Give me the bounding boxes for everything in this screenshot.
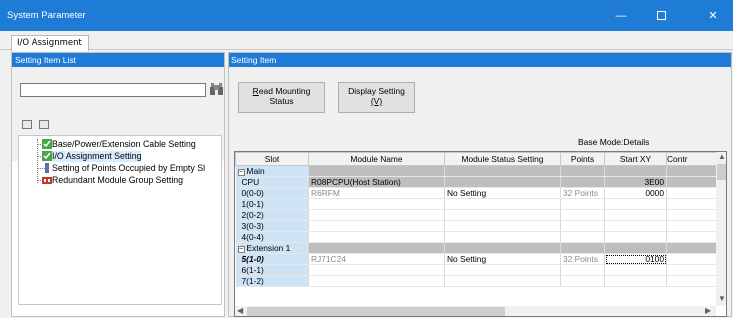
table-row[interactable]: 3(0-3) [235,220,717,232]
window-title: System Parameter [7,10,86,21]
tree-toolbar [22,119,53,130]
table-row-group-main[interactable]: − Main [235,165,717,177]
tab-io-assignment[interactable]: I/O Assignment [11,35,89,51]
expand-all-icon[interactable] [22,120,32,130]
green-check-module-icon [42,151,52,161]
setting-item-list-header: Setting Item List [12,53,224,67]
title-bar: System Parameter — ✕ [0,0,733,31]
io-table: Slot Module Name Module Status Setting P… [235,152,717,287]
tab-strip: I/O Assignment [0,31,733,51]
setting-item-header: Setting Item [229,53,731,67]
setting-tree: Base/Power/Extension Cable Setting I/O A… [18,135,222,305]
table-row[interactable]: 0(0-0) R6RFM No Setting 32 Points 0000 [235,187,717,199]
collapse-icon[interactable]: − [237,169,245,176]
horizontal-scroll-thumb[interactable] [247,307,505,316]
col-points[interactable]: Points [560,152,605,166]
read-mounting-status-button[interactable]: Read Mounting Status [238,82,325,113]
start-xy-focused-cell[interactable]: 0100 [604,253,667,265]
vertical-scrollbar[interactable]: ▲ ▼ [716,152,726,306]
table-row[interactable]: 5(1-0) RJ71C24 No Setting 32 Points 0100 [235,253,717,265]
binoculars-icon[interactable] [209,81,224,98]
scroll-up-icon[interactable]: ▲ [718,152,726,161]
collapse-all-icon[interactable] [38,120,49,130]
setting-item-pane: Setting Item Read Mounting Status Displa… [228,52,732,317]
setting-item-list-pane: Setting Item List Base/Power/Extension C… [11,52,225,317]
table-row-cpu[interactable]: CPU R08PCPU(Host Station) 3E00 [235,176,717,188]
table-row[interactable]: 7(1-2) [235,275,717,287]
scroll-left-icon[interactable]: ◀ [237,306,243,315]
collapse-icon[interactable]: − [237,246,245,253]
minimize-button[interactable]: — [608,6,634,26]
maximize-button[interactable] [648,6,674,26]
search-input[interactable] [20,83,206,97]
col-start-xy[interactable]: Start XY [604,152,667,166]
io-assignment-grid: Slot Module Name Module Status Setting P… [234,151,727,317]
col-slot[interactable]: Slot [235,152,309,166]
maximize-icon [656,11,666,20]
col-module-name[interactable]: Module Name [308,152,445,166]
base-mode-label: Base Mode:Details [578,137,650,147]
table-row[interactable]: 2(0-2) [235,209,717,221]
close-button[interactable]: ✕ [700,6,726,26]
table-row[interactable]: 6(1-1) [235,264,717,276]
table-row[interactable]: 4(0-4) [235,231,717,243]
scroll-right-icon[interactable]: ▶ [705,306,711,315]
green-check-module-icon [42,139,52,149]
tree-connector [37,139,38,183]
table-header-row: Slot Module Name Module Status Setting P… [235,152,717,166]
red-module-icon [42,177,52,184]
table-row-group-extension-1[interactable]: − Extension 1 [235,242,717,254]
table-row[interactable]: 1(0-1) [235,198,717,210]
display-setting-button[interactable]: Display Setting (V) [338,82,415,113]
col-control[interactable]: Contr [666,152,717,166]
blue-bar-icon [45,163,49,173]
scroll-down-icon[interactable]: ▼ [718,294,726,303]
horizontal-scrollbar[interactable]: ◀ ▶ [235,306,716,316]
col-module-status[interactable]: Module Status Setting [444,152,561,166]
vertical-scroll-thumb[interactable] [717,164,726,180]
